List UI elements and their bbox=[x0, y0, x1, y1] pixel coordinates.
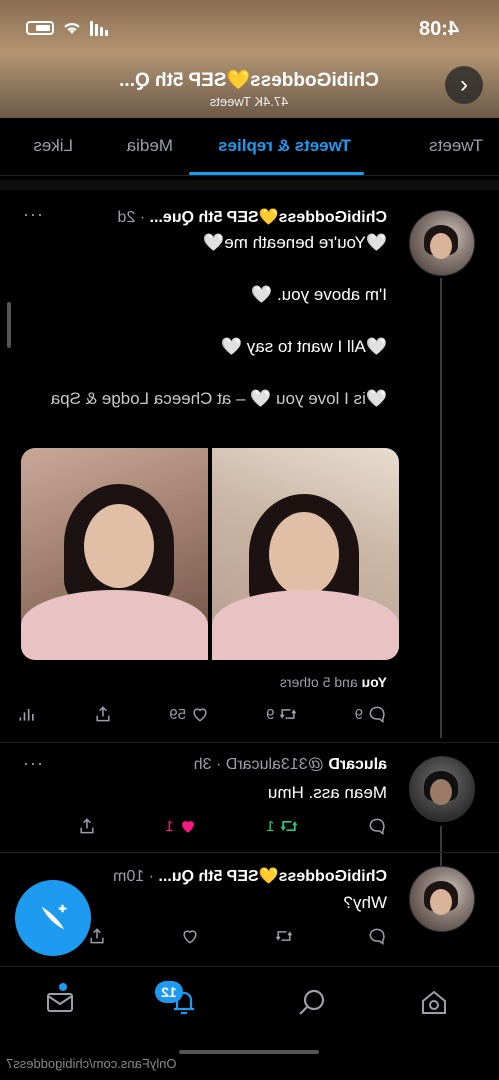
retweet-count: 9 bbox=[266, 705, 275, 723]
home-new-dot bbox=[59, 983, 67, 991]
tweet-meta: ChibiGoddess💛SEP 5th Qu... · 10m bbox=[113, 866, 387, 886]
tweet-handle: @313alucarD · 3h bbox=[193, 756, 324, 773]
tweet-actions bbox=[87, 926, 387, 946]
tweet-time: · 10m bbox=[113, 868, 154, 885]
battery-icon bbox=[26, 21, 54, 35]
like-count: 1 bbox=[165, 817, 174, 835]
tweet-divider bbox=[0, 852, 499, 853]
tweet-actions: 9 9 59 bbox=[17, 704, 387, 724]
tweet-time: · 2d bbox=[117, 209, 146, 226]
scrollbar[interactable] bbox=[7, 302, 11, 348]
avatar[interactable] bbox=[409, 210, 475, 276]
watermark-text: OnlyFans.com/chibigoddess7 bbox=[6, 1056, 177, 1071]
profile-name: ChibiGoddess💛SEP 5th Q... bbox=[119, 70, 379, 91]
analytics-button[interactable] bbox=[17, 704, 37, 724]
tweet-author[interactable]: ChibiGoddess💛SEP 5th Que... bbox=[150, 209, 387, 226]
reply-count: 9 bbox=[354, 705, 363, 723]
back-button[interactable]: ‹ bbox=[445, 66, 483, 104]
tweet-text: Mean ass. Hmu bbox=[267, 783, 387, 802]
liked-by[interactable]: You and 5 others bbox=[280, 674, 387, 690]
heart-icon bbox=[193, 708, 207, 722]
app-screen: 4:08 ‹ ChibiGoddess💛SEP 5th Q... 47.4K T… bbox=[0, 0, 499, 1080]
compose-icon bbox=[41, 904, 67, 930]
share-button[interactable] bbox=[87, 926, 107, 946]
share-button[interactable] bbox=[77, 816, 97, 836]
reply-button[interactable] bbox=[367, 926, 387, 946]
reply-button[interactable]: 9 bbox=[355, 704, 387, 724]
back-arrow-icon: ‹ bbox=[460, 71, 468, 98]
notifications-badge: 12 bbox=[155, 981, 183, 1003]
avatar[interactable] bbox=[409, 756, 475, 822]
tweet-divider bbox=[0, 742, 499, 743]
tweet-count: 47.4K Tweets bbox=[209, 94, 289, 109]
reply-button[interactable] bbox=[367, 816, 387, 836]
more-icon[interactable]: ··· bbox=[22, 204, 43, 225]
heart-icon bbox=[183, 930, 197, 944]
signal-icon bbox=[90, 20, 108, 36]
mail-icon[interactable] bbox=[45, 987, 75, 1017]
retweet-icon bbox=[275, 931, 292, 941]
like-count: 59 bbox=[169, 705, 186, 723]
compose-button[interactable] bbox=[15, 880, 91, 956]
retweet-icon bbox=[280, 709, 297, 719]
wifi-icon bbox=[64, 23, 80, 34]
liker-others: and 5 others bbox=[279, 674, 362, 690]
home-icon[interactable] bbox=[419, 987, 449, 1017]
retweet-button[interactable]: 1 bbox=[266, 816, 298, 836]
profile-header: ChibiGoddess💛SEP 5th Q... 47.4K Tweets bbox=[69, 68, 429, 109]
more-icon[interactable]: ··· bbox=[22, 753, 43, 774]
profile-tabs: Tweets Tweets & replies Media Likes bbox=[0, 120, 499, 176]
media-photo[interactable] bbox=[212, 448, 399, 660]
tweet-text: 🤍All I want to say 🤍 bbox=[220, 337, 387, 356]
tweet-actions: 1 1 bbox=[77, 816, 387, 836]
tab-tweets[interactable]: Tweets bbox=[429, 136, 483, 156]
share-button[interactable] bbox=[93, 704, 113, 724]
tweet-meta: alucarD @313alucarD · 3h bbox=[194, 756, 387, 774]
like-button[interactable]: 1 bbox=[165, 816, 197, 836]
search-icon[interactable] bbox=[297, 987, 327, 1017]
tab-tweets-replies[interactable]: Tweets & replies bbox=[218, 136, 351, 156]
reply-icon bbox=[369, 706, 385, 723]
heart-icon bbox=[181, 821, 194, 833]
share-icon bbox=[90, 928, 104, 944]
status-bar: 4:08 bbox=[0, 16, 499, 46]
analytics-icon bbox=[19, 709, 34, 721]
thread-line bbox=[440, 278, 442, 738]
status-time: 4:08 bbox=[418, 18, 459, 40]
liker-you: You bbox=[361, 674, 387, 690]
media-photo[interactable] bbox=[21, 448, 208, 660]
section-divider bbox=[0, 180, 499, 190]
retweet-icon bbox=[280, 821, 297, 831]
reply-icon bbox=[369, 818, 385, 835]
like-button[interactable]: 59 bbox=[169, 704, 210, 724]
reply-icon bbox=[369, 928, 385, 945]
bottom-nav bbox=[0, 966, 499, 1036]
like-button[interactable] bbox=[180, 926, 200, 946]
tab-media[interactable]: Media bbox=[127, 136, 173, 156]
retweet-count: 1 bbox=[266, 817, 275, 835]
share-icon bbox=[96, 706, 110, 722]
tweet-author[interactable]: alucarD bbox=[328, 756, 387, 773]
avatar[interactable] bbox=[409, 866, 475, 932]
tweet-media[interactable] bbox=[21, 448, 399, 660]
home-indicator bbox=[179, 1050, 319, 1054]
tweet-text: 🤍You're beneath me🤍 bbox=[203, 233, 387, 252]
status-icons bbox=[26, 20, 108, 36]
tweet-meta: ChibiGoddess💛SEP 5th Que... · 2d bbox=[118, 207, 387, 227]
tweet-text: I'm above you. 🤍 bbox=[251, 285, 387, 304]
retweet-button[interactable] bbox=[274, 926, 294, 946]
thread-line bbox=[440, 826, 442, 866]
tweet-author[interactable]: ChibiGoddess💛SEP 5th Qu... bbox=[158, 868, 387, 885]
active-tab-indicator bbox=[189, 172, 364, 175]
share-icon bbox=[80, 818, 94, 834]
tweet-text: 🤍is I love you 🤍 – at Cheeca Lodge & Spa bbox=[50, 389, 387, 408]
tab-likes[interactable]: Likes bbox=[33, 136, 73, 156]
retweet-button[interactable]: 9 bbox=[266, 704, 298, 724]
